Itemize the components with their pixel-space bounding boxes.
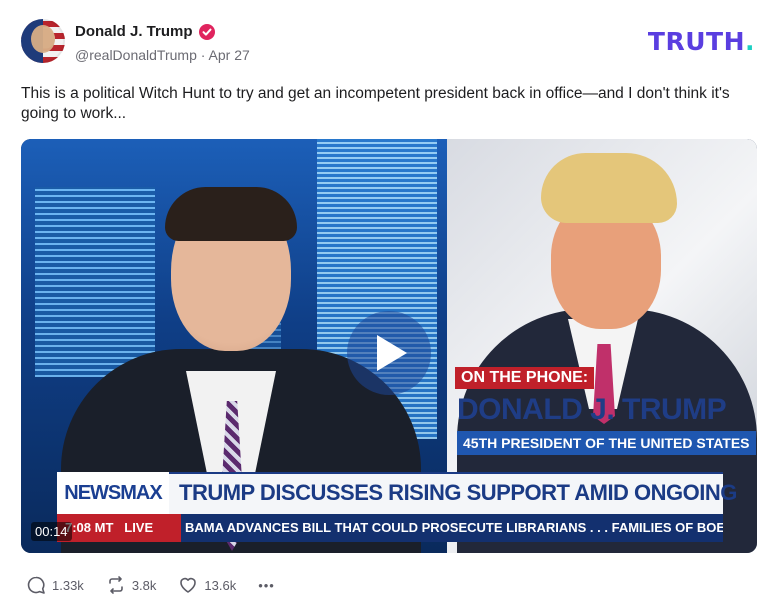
guest-title: 45TH PRESIDENT OF THE UNITED STATES xyxy=(457,431,756,455)
brand-dot: . xyxy=(745,27,755,56)
newsmax-logo: NEWSMAX xyxy=(57,472,169,514)
retruth-button[interactable]: 3.8k xyxy=(106,575,157,595)
truth-logo[interactable]: TRUTH. xyxy=(648,27,755,56)
heart-icon xyxy=(180,577,197,593)
name-row: Donald J. Trump xyxy=(75,23,215,40)
reply-icon xyxy=(27,576,45,594)
anchor-hair xyxy=(165,187,297,241)
like-button[interactable]: 13.6k xyxy=(178,575,236,595)
clock-box: 7:08 MT LIVE xyxy=(57,514,181,542)
like-count: 13.6k xyxy=(204,577,237,593)
retruth-icon xyxy=(109,576,123,594)
ticker-text: BAMA ADVANCES BILL THAT COULD PROSECUTE … xyxy=(185,520,723,535)
retruth-count: 3.8k xyxy=(131,577,157,593)
guest-hair xyxy=(541,153,677,223)
brand-name: TRUTH xyxy=(647,27,745,56)
post-date[interactable]: Apr 27 xyxy=(209,47,250,63)
clock: 7:08 MT xyxy=(65,520,114,535)
post-actions: 1.33k 3.8k 13.6k ••• xyxy=(26,574,297,596)
play-icon xyxy=(377,335,407,371)
post-text: This is a political Witch Hunt to try an… xyxy=(21,85,730,122)
reply-count: 1.33k xyxy=(52,577,84,593)
play-button[interactable] xyxy=(347,311,431,395)
video-timestamp: 00:14 xyxy=(31,522,72,541)
on-phone-label: ON THE PHONE: xyxy=(455,367,595,389)
avatar[interactable] xyxy=(21,19,65,63)
more-options-button[interactable]: ••• xyxy=(258,578,275,593)
verified-badge-icon xyxy=(198,23,215,40)
post-header: Donald J. Trump @realDonaldTrump · Apr 2… xyxy=(21,19,759,67)
live-label: LIVE xyxy=(124,520,154,535)
display-name[interactable]: Donald J. Trump xyxy=(75,23,193,40)
video-player[interactable]: ON THE PHONE: DONALD J. TRUMP 45TH PRESI… xyxy=(21,139,757,553)
more-icon: ••• xyxy=(258,577,275,593)
guest-name: DONALD J. TRUMP xyxy=(457,393,727,426)
reply-button[interactable]: 1.33k xyxy=(26,575,84,595)
handle[interactable]: @realDonaldTrump xyxy=(75,47,197,63)
separator: · xyxy=(200,47,206,63)
handle-row: @realDonaldTrump · Apr 27 xyxy=(75,47,250,63)
building-graphic xyxy=(35,187,155,377)
